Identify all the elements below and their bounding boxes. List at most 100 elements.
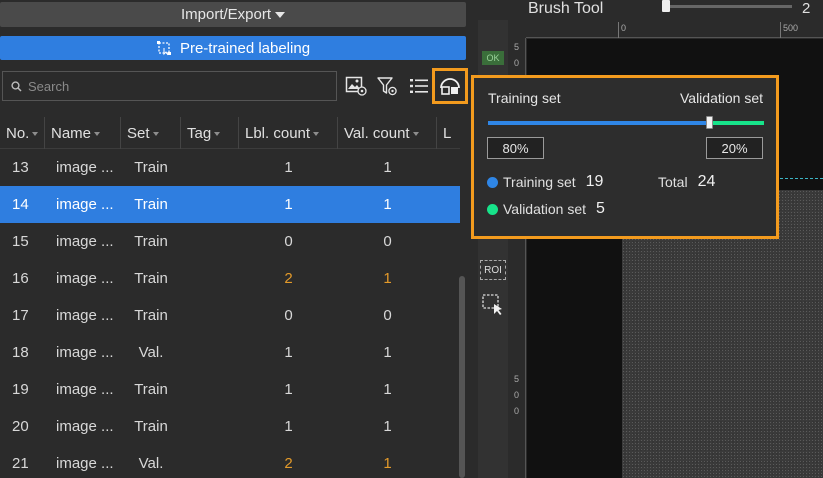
table-body: 13 image ... Train 1 1 14 image ... Train 1 1 15 im… [0, 149, 460, 478]
cell-label-count: 1 [284, 344, 293, 361]
cell-validation-count: 1 [383, 455, 392, 472]
horizontal-ruler: 0 500 [526, 20, 823, 38]
table-row[interactable]: 20 image ... Train 1 1 [0, 408, 460, 445]
table-row[interactable]: 14 image ... Train 1 1 [0, 186, 460, 223]
ruler-label: 0 [621, 23, 627, 33]
table-row[interactable]: 16 image ... Train 2 1 [0, 260, 460, 297]
ruler-major-tick [780, 22, 781, 38]
ruler-major-tick [618, 22, 619, 38]
table-row[interactable]: 21 image ... Val. 2 1 [0, 445, 460, 478]
brush-size-slider-handle[interactable] [662, 0, 670, 12]
split-ratio-slider[interactable] [488, 116, 764, 129]
cell-set: Val. [138, 455, 164, 472]
cell-validation-count: 1 [383, 196, 392, 213]
cell-name: image ... [56, 455, 114, 472]
training-set-bar [488, 121, 709, 125]
search-icon [11, 80, 22, 92]
cell-name: image ... [56, 307, 114, 324]
ruler-label: 5 [514, 42, 520, 52]
dataset-split-icon [440, 78, 460, 95]
cell-validation-count: 0 [383, 233, 392, 250]
training-count-label: Training set [503, 174, 576, 190]
pretrained-labeling-label: Pre-trained labeling [179, 39, 311, 57]
sort-icon [313, 132, 320, 136]
ruler-label: 5 [514, 374, 520, 384]
cell-label-count: 1 [284, 418, 293, 435]
validation-percent-field[interactable]: 20% [706, 137, 763, 159]
search-box[interactable] [2, 71, 337, 101]
table-row[interactable]: 15 image ... Train 0 0 [0, 223, 460, 260]
cell-no: 16 [12, 270, 29, 287]
cell-no: 19 [12, 381, 29, 398]
cell-no: 21 [12, 455, 29, 472]
split-ratio-handle[interactable] [706, 116, 713, 129]
table-header: No. Name Set Tag Lbl. count Val. count L [0, 117, 460, 149]
search-input[interactable] [28, 78, 318, 94]
cell-set: Train [134, 270, 168, 287]
validation-set-bar [709, 121, 764, 125]
cell-set: Train [134, 159, 168, 176]
image-settings-button[interactable] [343, 73, 369, 99]
cell-set: Train [134, 233, 168, 250]
cell-label-count: 2 [284, 270, 293, 287]
validation-count-label: Validation set [503, 201, 587, 217]
caret-down-icon [275, 11, 286, 18]
cell-label-count: 0 [284, 307, 293, 324]
dataset-split-button[interactable] [432, 68, 468, 104]
cell-label-count: 2 [284, 455, 293, 472]
import-export-label: Import/Export [180, 6, 272, 23]
dataset-split-popup: Training set Validation set 80% 20% Trai… [471, 75, 779, 239]
table-scrollbar-thumb[interactable] [459, 276, 465, 478]
cell-label-count: 1 [284, 196, 293, 213]
rectangle-tool-icon [482, 294, 502, 315]
column-header-name[interactable]: Name [45, 117, 121, 149]
column-header-validation-count[interactable]: Val. count [338, 117, 437, 149]
validation-count: Validation set 5 [487, 200, 605, 218]
ruler-label: 0 [514, 406, 520, 416]
cell-name: image ... [56, 418, 114, 435]
cell-name: image ... [56, 196, 114, 213]
cell-no: 17 [12, 307, 29, 324]
table-row[interactable]: 13 image ... Train 1 1 [0, 149, 460, 186]
ruler-label: 0 [514, 390, 520, 400]
list-view-button[interactable] [406, 73, 432, 99]
total-label: Total [658, 174, 688, 190]
training-set-label: Training set [488, 90, 561, 106]
brush-size-slider[interactable] [662, 5, 792, 8]
column-header-tag[interactable]: Tag [181, 117, 239, 149]
roi-tool-button[interactable]: ROI [480, 260, 506, 280]
table-row[interactable]: 18 image ... Val. 1 1 [0, 334, 460, 371]
image-list-panel: Import/Export Pre-trained labeling Searc… [0, 0, 470, 478]
pretrained-labeling-button[interactable]: Pre-trained labeling [0, 36, 466, 60]
cell-no: 13 [12, 159, 29, 176]
sort-icon [412, 132, 419, 136]
column-header-no[interactable]: No. [0, 117, 45, 149]
cell-validation-count: 0 [383, 307, 392, 324]
table-row[interactable]: 19 image ... Train 1 1 [0, 371, 460, 408]
brush-size-value: 2 [802, 0, 811, 17]
total-count: Total 24 [658, 173, 715, 191]
image-settings-icon [345, 76, 367, 96]
validation-count-value: 5 [596, 200, 605, 217]
filter-settings-button[interactable] [374, 73, 400, 99]
training-count-value: 19 [585, 173, 604, 190]
cell-name: image ... [56, 233, 114, 250]
ok-status-badge[interactable]: OK [482, 51, 504, 65]
column-header-label-count[interactable]: Lbl. count [239, 117, 338, 149]
training-percent-field[interactable]: 80% [487, 137, 544, 159]
rectangle-tool-button[interactable] [481, 292, 503, 315]
cell-no: 14 [12, 196, 29, 213]
import-export-button[interactable]: Import/Export [0, 2, 466, 27]
sort-icon [152, 132, 159, 136]
column-header-extra[interactable]: L [437, 117, 460, 149]
column-header-set[interactable]: Set [121, 117, 181, 149]
roi-boundary-line [780, 178, 823, 179]
pretrained-label-icon [156, 41, 171, 56]
cell-label-count: 0 [284, 233, 293, 250]
training-count: Training set 19 [487, 173, 603, 191]
ruler-label: 500 [783, 23, 799, 33]
total-value: 24 [697, 173, 716, 190]
sort-icon [32, 132, 39, 136]
cell-validation-count: 1 [383, 344, 392, 361]
table-row[interactable]: 17 image ... Train 0 0 [0, 297, 460, 334]
